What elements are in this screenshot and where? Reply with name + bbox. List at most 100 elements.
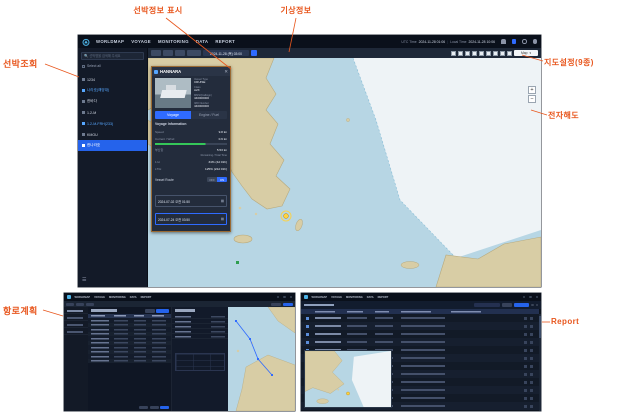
close-icon[interactable]: ✕ — [224, 69, 228, 75]
weather-layer-button[interactable] — [187, 50, 201, 56]
nav-item[interactable]: WORLDMAP — [75, 296, 91, 299]
nav-item[interactable]: VOYAGE — [94, 296, 105, 299]
save-button[interactable] — [160, 406, 169, 410]
sidebar-item[interactable] — [64, 328, 88, 335]
report-row[interactable] — [301, 330, 539, 338]
date-range-picker[interactable] — [474, 303, 500, 307]
report-row[interactable] — [301, 314, 539, 322]
tab-engine-fuel[interactable]: Engine / Fuel — [191, 111, 227, 119]
gear-icon[interactable] — [529, 296, 532, 299]
menu-icon[interactable]: ☰ — [82, 277, 86, 283]
nav-item-monitoring[interactable]: MONITORING — [158, 39, 189, 44]
weather-date-picker[interactable]: 2024-11-28 (목) 03:00 — [203, 50, 249, 56]
map-setting-button-8[interactable] — [500, 51, 505, 56]
map-style-select[interactable]: Map▾ — [514, 50, 538, 56]
vessel-search-sidebar: 🔍 Select all 1234 나라호(해양대) 한바다 1.2-M 1.2… — [78, 48, 148, 287]
route-toggle[interactable]: OFF ON — [207, 177, 227, 182]
tab-voyage[interactable]: Voyage — [155, 111, 191, 119]
sidebar-item[interactable] — [64, 321, 88, 328]
map-setting-button-2[interactable] — [458, 51, 463, 56]
zoom-in-button[interactable]: + — [528, 86, 536, 94]
gear-icon[interactable] — [522, 39, 527, 44]
sidebar-item[interactable] — [64, 314, 88, 321]
bell-icon[interactable] — [277, 296, 280, 299]
nav-item[interactable]: MONITORING — [109, 296, 126, 299]
vessel-marker-green[interactable] — [236, 261, 239, 264]
weather-layer-button[interactable] — [175, 50, 185, 56]
user-icon[interactable] — [533, 39, 538, 44]
cancel-button[interactable] — [139, 406, 148, 410]
print-icon[interactable] — [536, 304, 539, 307]
nav-item-report[interactable]: REPORT — [215, 39, 235, 44]
select-all-row[interactable]: Select all — [82, 64, 101, 68]
date-from-picker[interactable]: 2024-07-02 오전 01:50▦ — [155, 195, 227, 207]
weather-layer-button[interactable] — [151, 50, 161, 56]
scrollbar-thumb[interactable] — [539, 316, 541, 338]
apps-icon[interactable] — [512, 39, 517, 44]
route-map[interactable] — [228, 307, 295, 411]
date-to-picker[interactable]: 2024-07-24 오전 03:50▦ — [155, 213, 227, 225]
panel-button[interactable] — [145, 309, 155, 313]
map-setting-button-3[interactable] — [465, 51, 470, 56]
vessel-list-item[interactable]: 나라호(해양대) — [78, 85, 147, 96]
vessel-list: 1234 나라호(해양대) 한바다 1.2-M 1.2-M-FRH(233) K… — [78, 74, 147, 151]
weather-layer-button[interactable] — [163, 50, 173, 56]
user-icon[interactable] — [290, 296, 293, 299]
app-logo — [82, 38, 90, 46]
vessel-list-item[interactable]: 1.2-M-FRH(233) — [78, 118, 147, 129]
report-row[interactable] — [301, 338, 539, 346]
toolbar-button[interactable] — [271, 303, 281, 306]
table-row[interactable] — [88, 359, 171, 364]
toolbar-button[interactable] — [76, 303, 84, 306]
gear-icon[interactable] — [283, 296, 286, 299]
nav-item[interactable]: VOYAGE — [331, 296, 342, 299]
jeju-island — [234, 235, 252, 243]
map-setting-button-5[interactable] — [479, 51, 484, 56]
nav-item[interactable]: DATA — [367, 296, 374, 299]
route-list-panel — [88, 307, 172, 411]
map-setting-button-6[interactable] — [486, 51, 491, 56]
vessel-list-item[interactable]: KMOU — [78, 129, 147, 140]
nav-item-worldmap[interactable]: WORLDMAP — [96, 39, 124, 44]
scrollbar[interactable] — [539, 314, 541, 411]
download-icon[interactable] — [531, 304, 534, 307]
search-button[interactable] — [514, 303, 529, 308]
vessel-search-input[interactable] — [89, 54, 141, 58]
filter-button[interactable] — [502, 303, 512, 307]
toolbar-button[interactable] — [86, 303, 94, 306]
nav-item[interactable]: REPORT — [378, 296, 389, 299]
nav-item-data[interactable]: DATA — [196, 39, 209, 44]
vessel-list-item[interactable]: 1.2-M — [78, 107, 147, 118]
vessel-list-item[interactable]: 한바다 — [78, 96, 147, 107]
map-setting-button-7[interactable] — [493, 51, 498, 56]
nav-item[interactable]: DATA — [130, 296, 137, 299]
nav-item[interactable]: WORLDMAP — [312, 296, 328, 299]
bell-icon[interactable] — [523, 296, 526, 299]
nav-item[interactable]: MONITORING — [346, 296, 363, 299]
selected-vessel-marker[interactable] — [284, 214, 289, 219]
annotation-vessel-info: 선박정보 표시 — [124, 5, 192, 16]
map-setting-button-4[interactable] — [472, 51, 477, 56]
toolbar-button[interactable] — [66, 303, 74, 306]
calendar-icon: ▦ — [221, 199, 224, 203]
user-icon[interactable] — [536, 296, 539, 299]
zoom-out-button[interactable]: − — [528, 95, 536, 103]
nav-item[interactable]: REPORT — [141, 296, 152, 299]
main-top-nav: WORLDMAP VOYAGE MONITORING DATA REPORT U… — [78, 35, 541, 48]
map-setting-button-9[interactable] — [507, 51, 512, 56]
vessel-icon — [82, 89, 85, 92]
vessel-list-item[interactable]: 1234 — [78, 74, 147, 85]
sidebar-item[interactable] — [64, 307, 88, 314]
vessel-list-item-selected[interactable]: 한나라호 — [78, 140, 147, 151]
voyage-info-title: Voyage Information — [155, 122, 186, 126]
nav-item-voyage[interactable]: VOYAGE — [131, 39, 151, 44]
bell-icon[interactable] — [501, 39, 506, 44]
toolbar-button[interactable] — [283, 303, 293, 306]
play-button[interactable] — [251, 50, 257, 56]
reset-button[interactable] — [150, 406, 159, 410]
map-setting-button-1[interactable] — [451, 51, 456, 56]
checkbox-icon[interactable] — [82, 65, 85, 68]
report-map-inset[interactable] — [304, 350, 392, 408]
add-route-button[interactable] — [156, 309, 169, 313]
report-row[interactable] — [301, 322, 539, 330]
